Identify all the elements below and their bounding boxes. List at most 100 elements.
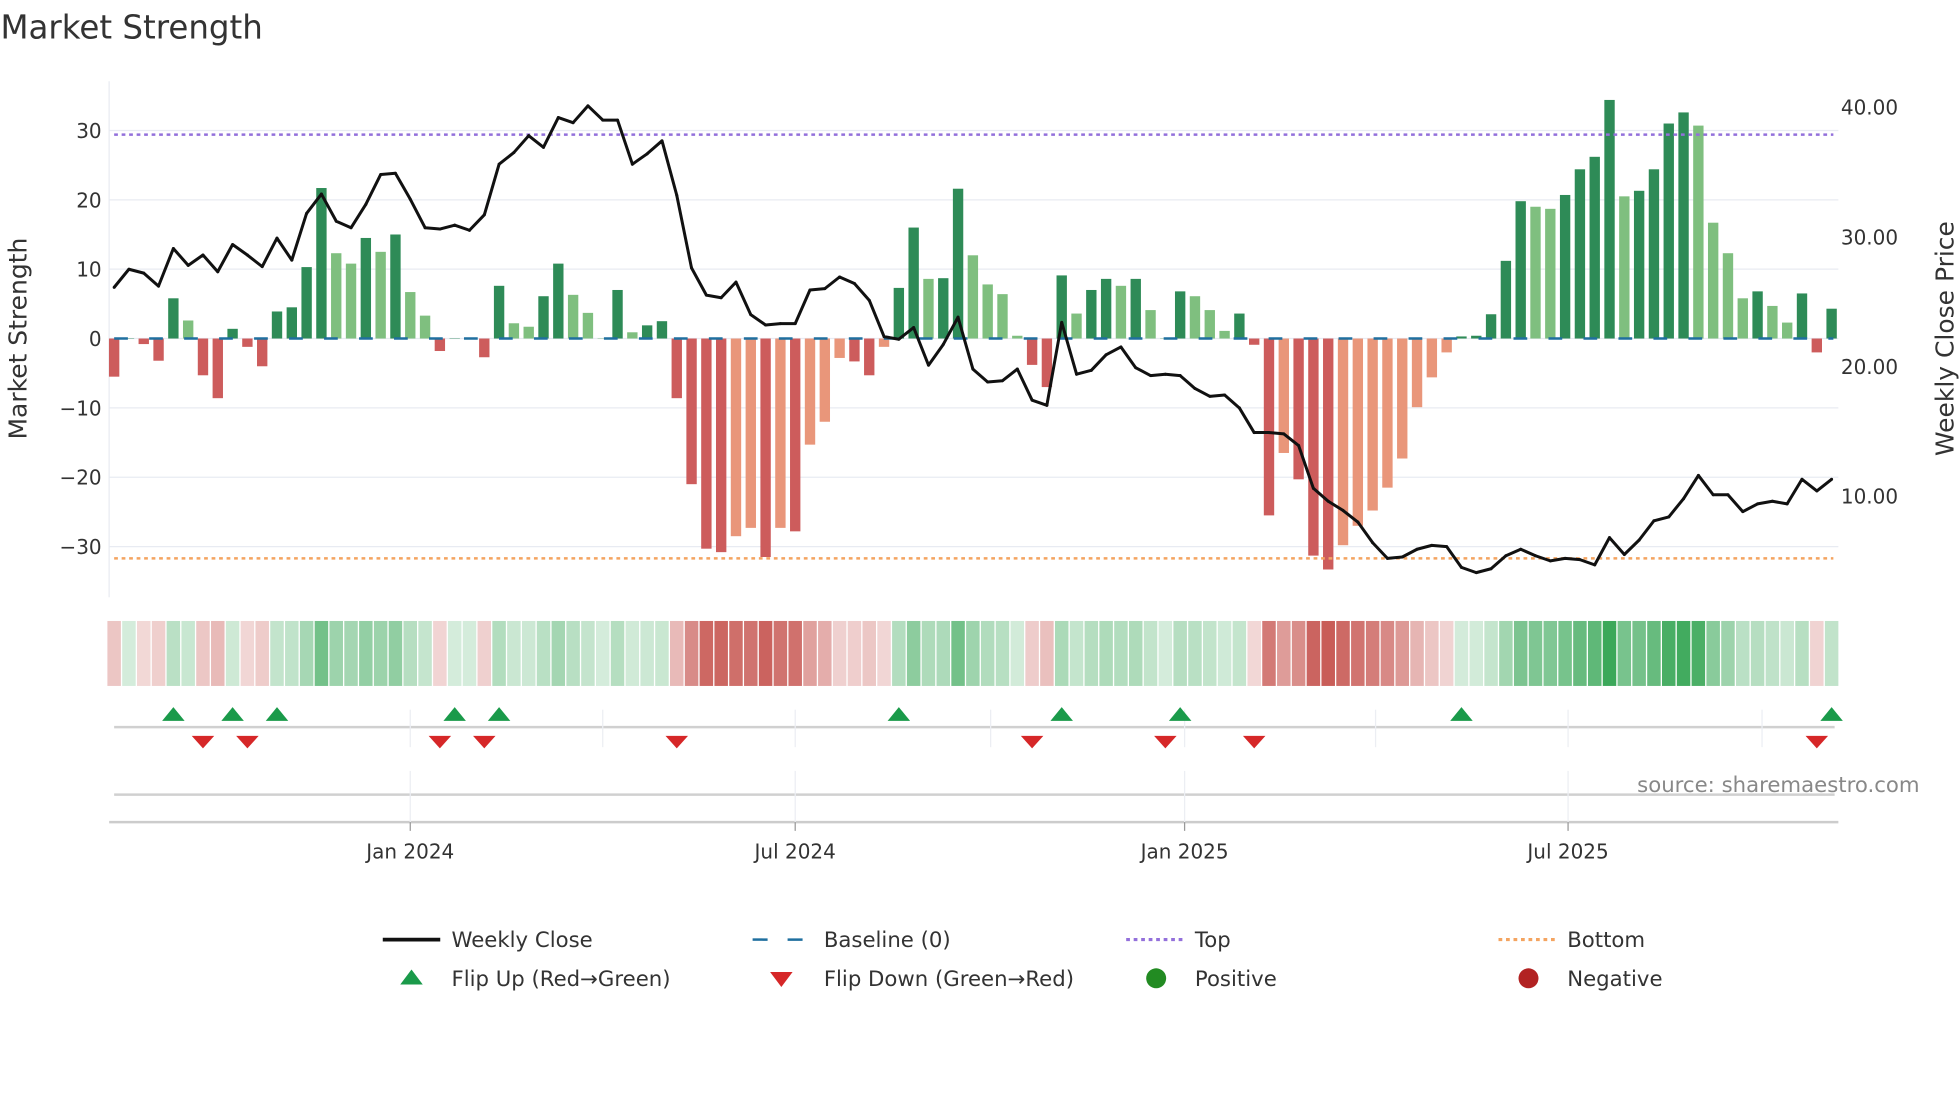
heatmap-cell — [181, 620, 195, 686]
heatmap-cell — [1277, 620, 1291, 686]
heatmap-cell — [610, 620, 625, 686]
strength-bar — [138, 338, 149, 345]
strength-bar — [419, 315, 431, 339]
strength-bars — [108, 99, 1837, 570]
flip-up-marker — [221, 707, 244, 721]
heatmap-cell — [477, 620, 492, 686]
weekly-close-point — [231, 243, 235, 247]
heatmap-cell — [1099, 620, 1113, 686]
weekly-close-point — [527, 134, 531, 138]
heatmap-cell — [1647, 620, 1661, 686]
weekly-close-point — [838, 275, 842, 279]
legend-label: Flip Down (Green→Red) — [824, 967, 1074, 992]
flip-down-marker — [1242, 735, 1266, 749]
strength-bar — [567, 294, 579, 339]
x-tick-label: Jul 2025 — [1525, 839, 1608, 863]
weekly-close-point — [1252, 431, 1256, 435]
strength-bar — [1426, 338, 1438, 378]
heatmap-cell — [211, 620, 225, 686]
heatmap-cell — [892, 620, 906, 686]
heatmap-cell — [936, 620, 951, 686]
weekly-close-point — [1445, 545, 1449, 549]
heatmap-cell — [1084, 620, 1099, 686]
weekly-close-point — [1474, 571, 1478, 575]
strength-bar — [1323, 338, 1334, 570]
x-tick-label: Jan 2024 — [364, 839, 454, 863]
heatmap-cell — [980, 620, 995, 686]
flip-up-marker — [487, 707, 511, 721]
strength-bar — [715, 338, 727, 553]
weekly-close-point — [941, 342, 945, 346]
strength-bar — [1678, 112, 1689, 339]
weekly-close-point — [793, 322, 797, 326]
negative-icon — [1518, 968, 1539, 989]
y2-tick-label: 30.00 — [1841, 225, 1898, 249]
heatmap-cell — [270, 620, 284, 686]
weekly-close-point — [1356, 520, 1360, 524]
heatmap-cell — [699, 620, 714, 686]
weekly-close-point — [1741, 510, 1745, 514]
weekly-close-point — [393, 171, 397, 175]
heatmap-cell — [729, 620, 743, 686]
strength-bar — [375, 251, 386, 339]
weekly-close-point — [1089, 368, 1093, 372]
y-tick-label: 0 — [89, 327, 102, 351]
weekly-close-point — [571, 121, 575, 125]
heatmap-cell — [1706, 620, 1720, 686]
strength-bar — [760, 338, 771, 558]
heatmap-cell — [1691, 620, 1706, 686]
heatmap-cell — [1128, 620, 1143, 686]
strength-bar — [819, 338, 831, 422]
weekly-close-point — [1045, 403, 1049, 407]
heatmap-cell — [299, 620, 314, 686]
heatmap-cell — [744, 620, 758, 686]
heatmap-cell — [329, 620, 343, 686]
heatmap-cell — [418, 620, 432, 686]
heatmap-cell — [1439, 620, 1454, 686]
heatmap-cell — [388, 620, 403, 686]
weekly-close-point — [1015, 367, 1019, 371]
strength-bar — [1382, 338, 1393, 488]
heatmap-cell — [921, 620, 936, 686]
strength-bar — [1782, 322, 1793, 339]
strength-bar — [1722, 253, 1734, 339]
strength-bar — [286, 307, 297, 339]
weekly-close-point — [1548, 559, 1552, 563]
strength-bar — [197, 338, 209, 376]
weekly-close-point — [1119, 345, 1123, 349]
weekly-close-point — [1075, 372, 1079, 376]
weekly-close-point — [1178, 374, 1182, 378]
weekly-close-point — [1785, 502, 1789, 506]
weekly-close-point — [586, 104, 590, 108]
heatmap-cell — [433, 620, 447, 686]
weekly-close-point — [1000, 379, 1004, 383]
strength-bar — [1574, 169, 1586, 339]
strength-bar — [1752, 291, 1763, 339]
heatmap-cell — [1069, 620, 1084, 686]
heatmap-cell — [314, 620, 329, 686]
weekly-close-point — [1459, 565, 1463, 569]
flip-down-marker — [191, 735, 215, 749]
weekly-close-point — [704, 293, 708, 297]
weekly-close-point — [1134, 366, 1138, 370]
strength-bar — [997, 294, 1008, 339]
heatmap-cell — [640, 620, 654, 686]
strength-bar — [775, 338, 786, 528]
heatmap-cell — [1558, 620, 1572, 686]
weekly-close-point — [408, 197, 412, 201]
y2-tick-label: 20.00 — [1841, 355, 1898, 379]
strength-bar — [627, 332, 638, 339]
heatmap-cell — [403, 620, 418, 686]
strength-bar — [1619, 196, 1630, 339]
strength-bar — [242, 338, 253, 347]
x-tick-label: Jan 2025 — [1139, 839, 1229, 863]
weekly-close-point — [1667, 515, 1671, 519]
strength-bar — [1086, 289, 1097, 339]
weekly-close-point — [1267, 431, 1271, 435]
strength-bar — [1693, 125, 1704, 339]
heatmap-cell — [1232, 620, 1247, 686]
strength-bar — [849, 338, 860, 362]
heatmap-cell — [714, 620, 728, 686]
weekly-close-point — [1800, 477, 1804, 481]
weekly-close-point — [660, 139, 664, 143]
